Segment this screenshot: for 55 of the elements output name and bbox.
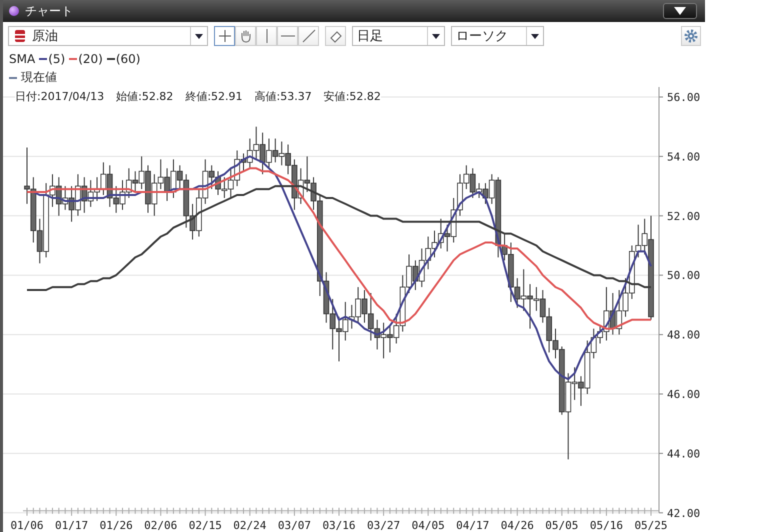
x-axis-label: 03/16 bbox=[322, 518, 356, 532]
ohlc-info-text: 日付:2017/04/13 bbox=[15, 89, 104, 104]
legend-label: (60) bbox=[116, 52, 140, 66]
x-axis-label: 04/17 bbox=[456, 518, 490, 532]
x-axis-label: 02/15 bbox=[188, 518, 222, 532]
y-axis-label: 52.00 bbox=[667, 210, 700, 223]
hline-tool-button[interactable] bbox=[277, 26, 298, 46]
x-axis-label: 05/05 bbox=[545, 518, 578, 532]
crosshair-icon bbox=[218, 29, 232, 43]
eraser-icon bbox=[328, 29, 342, 43]
y-axis-label: 44.00 bbox=[667, 447, 700, 460]
indicator-label: SMA bbox=[9, 52, 36, 66]
ohlc-info-text: 始値:52.82 bbox=[116, 89, 174, 104]
x-axis-label: 01/06 bbox=[10, 518, 44, 532]
legend-label: (5) bbox=[48, 52, 66, 66]
y-axis-label: 56.00 bbox=[667, 91, 700, 104]
eraser-tool-button[interactable] bbox=[325, 26, 346, 46]
x-axis-label: 05/25 bbox=[634, 518, 668, 532]
x-axis-label: 01/26 bbox=[100, 518, 133, 532]
ohlc-info-text: 安値:52.82 bbox=[324, 89, 381, 104]
vline-tool-button[interactable] bbox=[256, 26, 277, 46]
x-axis-label: 02/24 bbox=[233, 518, 266, 532]
menu-dropdown-button[interactable] bbox=[663, 3, 697, 19]
x-axis-label: 04/05 bbox=[412, 518, 445, 532]
y-axis-label: 54.00 bbox=[667, 150, 700, 164]
window-title: チャート bbox=[25, 2, 74, 20]
x-axis-label: 01/17 bbox=[55, 518, 88, 532]
x-axis-label: 05/16 bbox=[590, 518, 623, 532]
horizontal-line-icon bbox=[280, 35, 294, 37]
crosshair-tool-button[interactable] bbox=[214, 26, 235, 46]
legend-label: 現在値 bbox=[21, 69, 57, 86]
symbol-dropdown[interactable]: 原油 bbox=[8, 26, 208, 46]
ohlc-info-text: 終値:52.91 bbox=[185, 89, 243, 104]
trendline-tool-button[interactable] bbox=[298, 26, 319, 46]
ohlc-info-text: 高値:53.37 bbox=[254, 89, 312, 104]
triangle-down-icon bbox=[674, 7, 686, 15]
hand-icon bbox=[238, 29, 252, 43]
vertical-line-icon bbox=[266, 29, 268, 43]
chart-style-dropdown[interactable]: ローソク bbox=[451, 26, 544, 46]
y-axis-label: 42.00 bbox=[667, 506, 700, 520]
x-axis-label: 02/06 bbox=[144, 518, 178, 532]
legend-label: (20) bbox=[78, 52, 103, 66]
hand-tool-button[interactable] bbox=[235, 26, 256, 46]
settings-icon bbox=[684, 29, 698, 43]
x-axis-label: 03/07 bbox=[278, 518, 311, 532]
window-dot-icon bbox=[9, 6, 19, 16]
diagonal-line-icon bbox=[302, 29, 316, 43]
y-axis-label: 50.00 bbox=[667, 269, 700, 282]
y-axis-label: 48.00 bbox=[667, 328, 700, 342]
settings-button[interactable] bbox=[681, 26, 701, 46]
y-axis-label: 46.00 bbox=[667, 388, 700, 401]
x-axis-label: 04/26 bbox=[500, 518, 534, 532]
barrel-icon bbox=[13, 29, 27, 43]
x-axis-label: 03/27 bbox=[367, 518, 400, 532]
period-dropdown[interactable]: 日足 bbox=[352, 26, 445, 46]
